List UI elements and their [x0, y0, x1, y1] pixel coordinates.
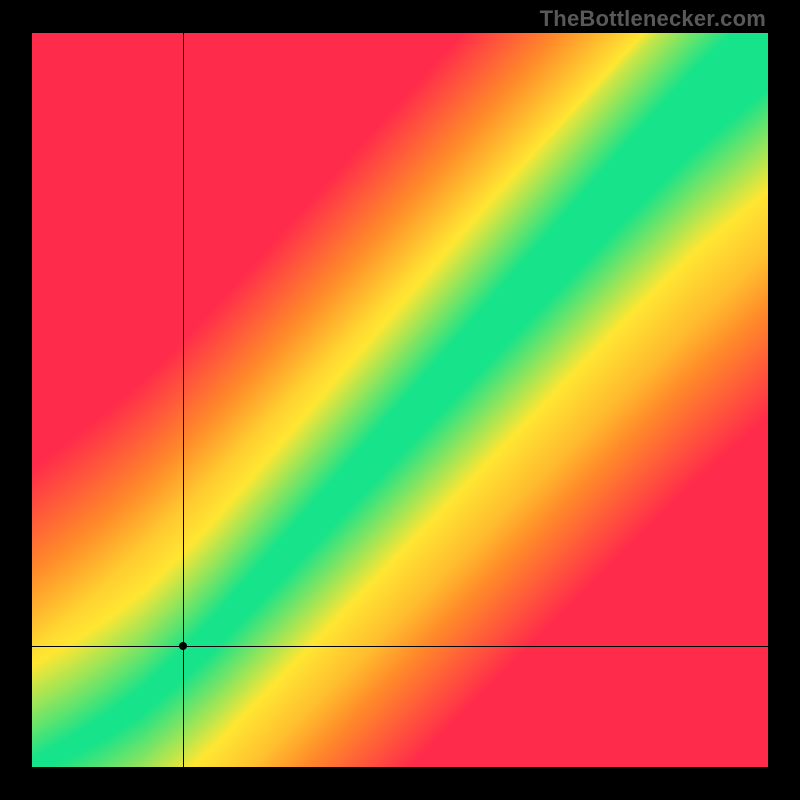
heatmap-plot — [32, 33, 768, 767]
watermark-text: TheBottlenecker.com — [540, 6, 766, 32]
heatmap-canvas — [32, 33, 768, 767]
chart-frame: TheBottlenecker.com — [0, 0, 800, 800]
